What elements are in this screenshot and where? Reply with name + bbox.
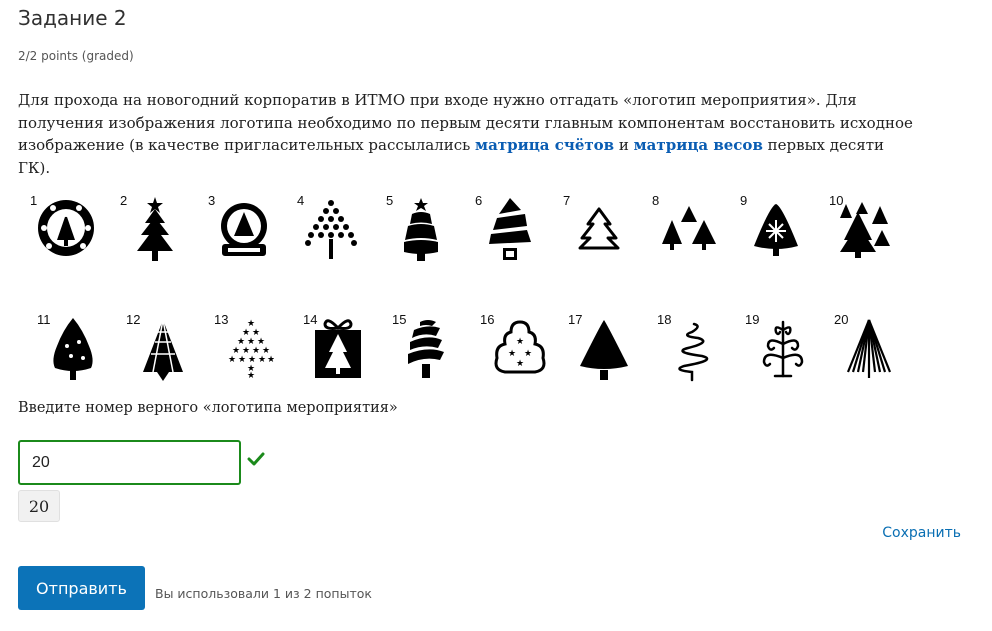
logo-number: 3: [208, 193, 216, 208]
stars-tree-icon: ★ ★ ★ ★ ★ ★ ★ ★ ★ ★ ★ ★ ★ ★ ★ ★★: [228, 319, 274, 378]
logo-number: 4: [297, 193, 305, 208]
snow-globe-icon: [221, 203, 267, 256]
triangles-tree-icon: [143, 319, 183, 381]
spiral-tree-icon: [489, 198, 531, 260]
correct-check-icon: [247, 452, 265, 466]
snowflake-tree-icon: [754, 204, 798, 256]
answer-preview: 20: [18, 490, 60, 522]
save-button[interactable]: Сохранить: [882, 525, 961, 541]
attempts-counter: Вы использовали 1 из 2 попыток: [155, 586, 372, 601]
logo-number: 8: [652, 193, 660, 208]
question-label: Введите номер верного «логотипа мероприя…: [18, 400, 398, 416]
striped-tree-icon: [408, 320, 444, 378]
star-tree-icon: [137, 197, 173, 261]
svg-text:★: ★: [516, 359, 524, 369]
swirl-tree-icon: [678, 322, 709, 382]
svg-text:★: ★: [508, 349, 516, 359]
svg-text:★: ★: [267, 355, 274, 365]
curl-tree-icon: [762, 320, 804, 378]
bell-tree-icon: [404, 198, 438, 261]
submit-button[interactable]: Отправить: [18, 566, 145, 610]
logo-number: 5: [386, 193, 394, 208]
svg-text:★: ★: [238, 355, 246, 365]
logo-number: 9: [740, 193, 748, 208]
outline-tree-icon: [578, 207, 620, 250]
logo-number: 12: [126, 312, 141, 327]
lined-tree-icon: [846, 319, 892, 378]
three-trees-icon: [662, 206, 716, 250]
svg-text:★: ★: [228, 355, 236, 365]
svg-text:★: ★: [258, 355, 266, 365]
svg-text:★: ★: [524, 349, 532, 359]
answer-input[interactable]: [18, 440, 241, 485]
svg-text:★: ★: [247, 371, 255, 378]
wreath-tree-icon: [38, 200, 94, 256]
svg-text:★: ★: [516, 337, 524, 347]
logo-number: 7: [563, 193, 571, 208]
forest-icon: [840, 202, 890, 258]
gift-box-tree-icon: [315, 319, 361, 378]
dotted-tree-icon: [305, 200, 357, 259]
logo-number: 2: [120, 193, 128, 208]
logo-number: 13: [214, 312, 229, 327]
rounded-tree-icon: [53, 318, 93, 380]
logo-grid: 1 2 3 4 5 6 7 8 9 10 11 12 13 ★ ★ ★ ★ ★ …: [0, 0, 992, 400]
logo-number: 15: [392, 312, 407, 327]
solid-tree-icon: [580, 320, 628, 380]
cloud-tree-icon: ★★ ★★: [494, 320, 546, 374]
logo-number: 6: [475, 193, 483, 208]
